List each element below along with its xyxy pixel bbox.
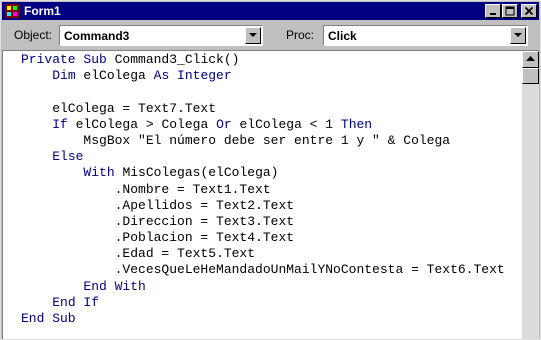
code-keyword: With [83, 165, 115, 181]
code-line[interactable]: If elColega > Colega Or elColega < 1 The… [21, 117, 505, 133]
code-token: .VecesQueLeHeMandadoUnMailYNoContesta = … [21, 262, 505, 278]
close-button[interactable] [521, 4, 537, 18]
title-bar[interactable]: Form1 [2, 2, 539, 20]
code-token: elColega = Text7.Text [21, 100, 217, 116]
code-keyword: As Integer [153, 68, 232, 84]
proc-value: Click [328, 29, 357, 43]
code-keyword: Dim [52, 68, 76, 84]
code-token: .Poblacion = Text4.Text [21, 230, 295, 246]
dropdown-arrow-icon [249, 33, 257, 37]
code-line[interactable]: MsgBox "El número debe ser entre 1 y " &… [21, 133, 505, 149]
code-line[interactable]: End If [21, 295, 505, 311]
code-line[interactable]: End With [21, 279, 505, 295]
minimize-icon [490, 13, 496, 15]
maximize-icon [505, 6, 515, 16]
code-token: elColega > Colega [67, 116, 217, 132]
code-line[interactable]: elColega = Text7.Text [21, 101, 505, 117]
code-token: .Direccion = Text3.Text [21, 213, 295, 229]
code-line[interactable]: Else [21, 149, 505, 165]
window-title: Form1 [24, 4, 61, 18]
code-keyword: Private Sub [21, 52, 107, 67]
code-token: elColega [75, 68, 154, 84]
code-line[interactable]: Dim elColega As Integer [21, 68, 505, 84]
proc-dropdown[interactable]: Click [323, 25, 528, 46]
object-dropdown[interactable]: Command3 [59, 25, 263, 46]
code-toolbar: Object: Command3 Proc: Click [2, 22, 539, 48]
app-icon[interactable] [5, 4, 19, 18]
code-keyword: Then [340, 116, 373, 132]
code-line[interactable]: Private Sub Command3_Click() [21, 52, 505, 68]
close-icon [524, 6, 534, 16]
code-token: MsgBox "El número debe ser entre 1 y " &… [21, 132, 451, 148]
scroll-up-icon [526, 56, 535, 61]
code-token: .Edad = Text5.Text [21, 246, 256, 262]
code-window: Form1 Object: Command3 Proc: Click Priva… [0, 0, 541, 340]
code-editor[interactable]: Private Sub Command3_Click() Dim elColeg… [2, 50, 539, 339]
scroll-thumb[interactable] [522, 68, 539, 84]
code-keyword: If [52, 116, 68, 132]
code-token: .Nombre = Text1.Text [21, 181, 271, 197]
code-line[interactable] [21, 84, 505, 100]
code-line[interactable]: With MisColegas(elColega) [21, 165, 505, 181]
object-label: Object: [14, 28, 53, 42]
code-line[interactable]: .Nombre = Text1.Text [21, 182, 505, 198]
code-keyword: End With [83, 278, 146, 294]
code-token: .Apellidos = Text2.Text [21, 197, 295, 213]
proc-dropdown-button[interactable] [510, 27, 526, 44]
code-token: elColega < 1 [231, 116, 341, 132]
maximize-button[interactable] [502, 4, 518, 18]
proc-label: Proc: [286, 28, 315, 42]
code-keyword: Else [52, 149, 84, 165]
code-line[interactable]: .Direccion = Text3.Text [21, 214, 505, 230]
code-keyword: End Sub [21, 311, 76, 326]
object-value: Command3 [64, 29, 130, 43]
code-line[interactable]: .VecesQueLeHeMandadoUnMailYNoContesta = … [21, 262, 505, 278]
code-line[interactable]: .Edad = Text5.Text [21, 246, 505, 262]
object-dropdown-button[interactable] [245, 27, 261, 44]
minimize-button[interactable] [485, 4, 501, 18]
code-token: MisColegas(elColega) [114, 165, 279, 181]
vertical-scrollbar[interactable] [522, 51, 539, 339]
code-token: Command3_Click() [106, 52, 240, 67]
code-line[interactable]: End Sub [21, 311, 505, 327]
code-line[interactable]: .Apellidos = Text2.Text [21, 198, 505, 214]
code-line[interactable]: .Poblacion = Text4.Text [21, 230, 505, 246]
code-keyword: Or [216, 116, 232, 132]
code-keyword: End If [52, 294, 100, 310]
scroll-up-button[interactable] [522, 51, 539, 68]
code-text[interactable]: Private Sub Command3_Click() Dim elColeg… [21, 52, 505, 327]
dropdown-arrow-icon [514, 33, 522, 37]
